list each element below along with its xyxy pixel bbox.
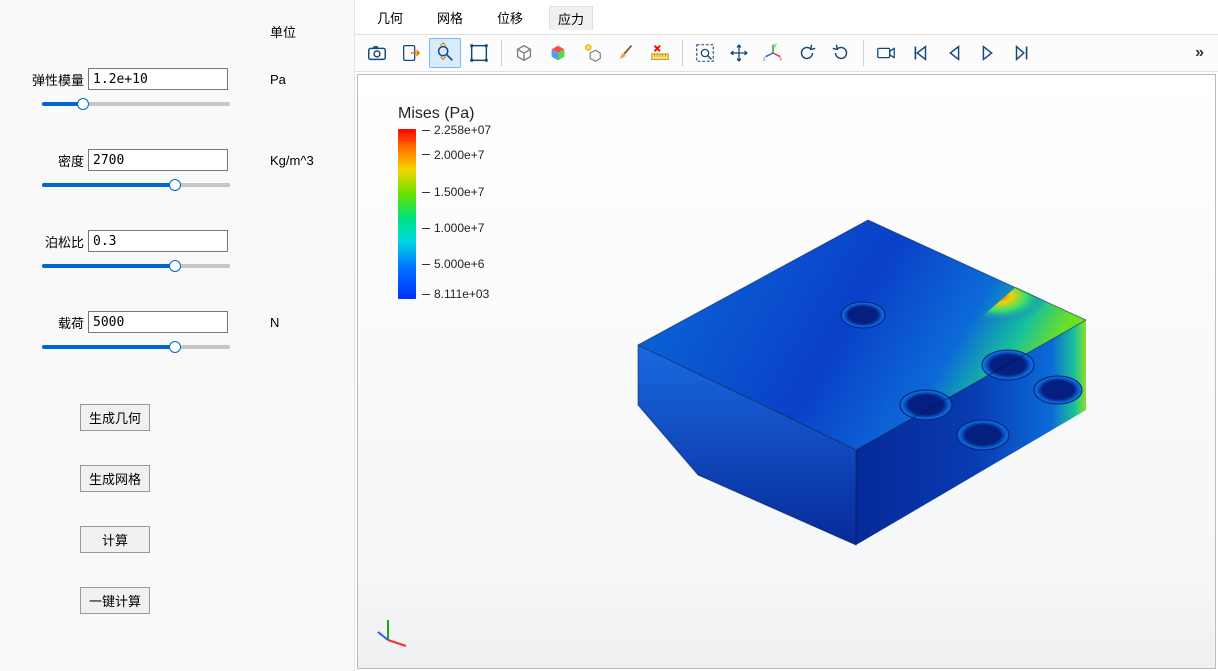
input-modulus[interactable]: [88, 68, 228, 90]
pan-icon[interactable]: [723, 38, 755, 68]
param-row-poisson: 泊松比: [0, 230, 354, 252]
legend-tick: 2.258e+07: [422, 123, 491, 137]
legend-tick: 1.000e+7: [422, 221, 484, 235]
viewport-3d[interactable]: Mises (Pa) 2.258e+07 2.000e+7 1.500e+7 1.00…: [357, 74, 1216, 669]
toolbar-separator: [501, 40, 502, 66]
slider-poisson[interactable]: [42, 264, 230, 268]
slider-modulus[interactable]: [42, 102, 230, 106]
svg-text:z: z: [763, 56, 766, 62]
zoom-area-icon[interactable]: [689, 38, 721, 68]
unit-header: 单位: [270, 22, 296, 41]
slider-density[interactable]: [42, 183, 230, 187]
step-fwd-icon[interactable]: [1006, 38, 1038, 68]
color-legend: Mises (Pa) 2.258e+07 2.000e+7 1.500e+7 1.00…: [398, 105, 512, 299]
camera-icon[interactable]: [361, 38, 393, 68]
skip-start-icon[interactable]: [904, 38, 936, 68]
unit-load: N: [270, 315, 279, 330]
rotate-cw-icon[interactable]: [825, 38, 857, 68]
legend-ticks: 2.258e+072.000e+71.500e+71.000e+75.000e+…: [422, 129, 512, 299]
orientation-triad-icon: [376, 610, 416, 650]
slider-load[interactable]: [42, 345, 230, 349]
result-tabs: 几何 网格 位移 应力: [355, 0, 1218, 34]
label-load: 载荷: [28, 313, 88, 332]
light-cube-icon[interactable]: [576, 38, 608, 68]
step-back-icon[interactable]: [938, 38, 970, 68]
toolbar-overflow-icon[interactable]: »: [1187, 44, 1212, 62]
gen-mesh-button[interactable]: 生成网格: [80, 465, 150, 492]
main-area: 几何 网格 位移 应力: [355, 0, 1218, 671]
cube-icon[interactable]: [508, 38, 540, 68]
tab-displacement[interactable]: 位移: [489, 6, 531, 30]
svg-text:y: y: [774, 43, 777, 49]
zoom-fit-icon[interactable]: [429, 38, 461, 68]
legend-tick: 8.111e+03: [422, 287, 489, 301]
tab-mesh[interactable]: 网格: [429, 6, 471, 30]
compute-button[interactable]: 计算: [80, 526, 150, 553]
brush-icon[interactable]: [610, 38, 642, 68]
cube-color-icon[interactable]: [542, 38, 574, 68]
export-icon[interactable]: [395, 38, 427, 68]
unit-density: Kg/m^3: [270, 153, 314, 168]
select-box-icon[interactable]: [463, 38, 495, 68]
param-row-modulus: 弹性模量 Pa: [0, 68, 354, 90]
tab-stress[interactable]: 应力: [549, 6, 593, 30]
legend-tick: 5.000e+6: [422, 257, 484, 271]
axes-icon[interactable]: y x z: [757, 38, 789, 68]
legend-title: Mises (Pa): [398, 105, 512, 123]
legend-tick: 2.000e+7: [422, 148, 484, 162]
input-poisson[interactable]: [88, 230, 228, 252]
camera-record-icon[interactable]: [870, 38, 902, 68]
input-density[interactable]: [88, 149, 228, 171]
viewport-toolbar: y x z »: [355, 34, 1218, 72]
ruler-x-icon[interactable]: [644, 38, 676, 68]
toolbar-separator: [682, 40, 683, 66]
svg-text:x: x: [779, 56, 782, 62]
parameter-panel: 单位 弹性模量 Pa 密度 Kg/m^3 泊松比 载荷 N: [0, 0, 355, 671]
tab-geometry[interactable]: 几何: [369, 6, 411, 30]
param-row-density: 密度 Kg/m^3: [0, 149, 354, 171]
label-poisson: 泊松比: [28, 232, 88, 251]
toolbar-separator: [863, 40, 864, 66]
model-render: [538, 175, 1098, 555]
one-click-compute-button[interactable]: 一键计算: [80, 587, 150, 614]
rotate-ccw-icon[interactable]: [791, 38, 823, 68]
legend-tick: 1.500e+7: [422, 185, 484, 199]
unit-modulus: Pa: [270, 72, 286, 87]
gen-geometry-button[interactable]: 生成几何: [80, 404, 150, 431]
legend-colorbar: [398, 129, 416, 299]
label-density: 密度: [28, 151, 88, 170]
param-row-load: 载荷 N: [0, 311, 354, 333]
label-modulus: 弹性模量: [28, 70, 88, 89]
input-load[interactable]: [88, 311, 228, 333]
play-icon[interactable]: [972, 38, 1004, 68]
